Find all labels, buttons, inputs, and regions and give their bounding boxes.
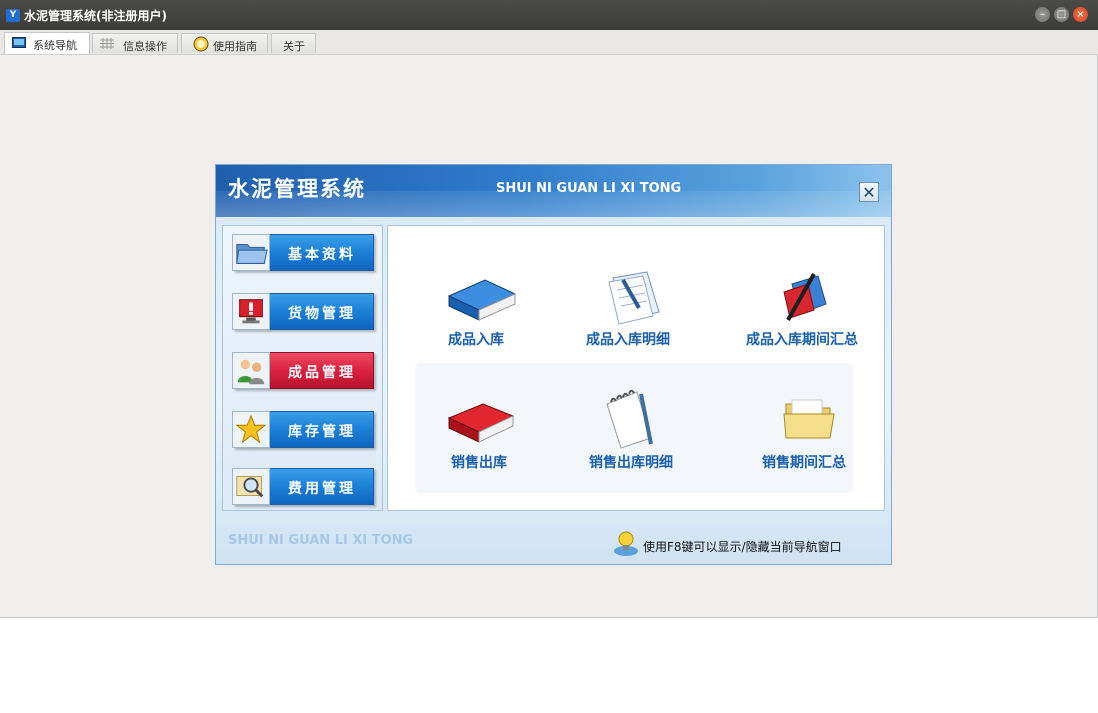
tab-user-guide[interactable]: 使用指南 (181, 33, 268, 53)
close-icon[interactable]: ✕ (859, 182, 879, 202)
grid-icon (100, 38, 114, 49)
pen-folder-icon (783, 273, 827, 321)
tab-about[interactable]: 关于 (271, 33, 316, 53)
navigation-title: 水泥管理系统 (228, 177, 366, 201)
app-logo-icon: Y (6, 9, 20, 22)
tab-info-ops[interactable]: 信息操作 (92, 33, 178, 53)
navigation-header: 水泥管理系统 SHUI NI GUAN LI XI TONG ✕ (216, 165, 891, 217)
nav-expense-management[interactable]: 费用管理 (232, 468, 374, 505)
nav-basic-data[interactable]: 基本资料 (232, 234, 374, 271)
help-globe-icon (193, 36, 209, 52)
minimize-button[interactable]: – (1035, 7, 1050, 22)
notepad-pen-icon (606, 389, 653, 449)
folder-icon (232, 234, 270, 271)
alert-monitor-icon (232, 293, 270, 330)
monitor-icon (12, 37, 26, 48)
document-pen-icon (608, 271, 660, 325)
function-panel: 成品入库 成品入库明细 成品入库期间汇总 销售出库 销售出库明细 销售期间汇总 (387, 225, 885, 511)
window-title: 水泥管理系统(非注册用户) (24, 9, 167, 23)
maximize-button[interactable]: □ (1054, 7, 1069, 22)
nav-goods-management[interactable]: 货物管理 (232, 293, 374, 330)
footer-subtitle: SHUI NI GUAN LI XI TONG (228, 533, 414, 548)
magnifier-icon (232, 468, 270, 505)
lightbulb-icon (614, 531, 638, 556)
tab-bar: 系统导航 信息操作 使用指南 关于 (0, 30, 1098, 55)
navigation-window: 水泥管理系统 SHUI NI GUAN LI XI TONG ✕ 基本资料 货物… (215, 164, 892, 565)
module-menu: 基本资料 货物管理 成品管理 库存管理 费用管理 (222, 225, 383, 511)
title-bar: Y 水泥管理系统(非注册用户) – □ × (0, 0, 1098, 30)
nav-product-management[interactable]: 成品管理 (232, 352, 374, 389)
star-icon (232, 411, 270, 448)
tab-system-nav[interactable]: 系统导航 (4, 32, 90, 54)
f8-hint: 使用F8键可以显示/隐藏当前导航窗口 (643, 540, 842, 554)
close-button[interactable]: × (1073, 7, 1088, 22)
blue-book-icon (447, 279, 517, 321)
navigation-subtitle: SHUI NI GUAN LI XI TONG (496, 181, 682, 196)
open-folder-icon (783, 399, 835, 439)
red-book-icon (447, 403, 515, 443)
nav-inventory-management[interactable]: 库存管理 (232, 411, 374, 448)
users-icon (232, 352, 270, 389)
